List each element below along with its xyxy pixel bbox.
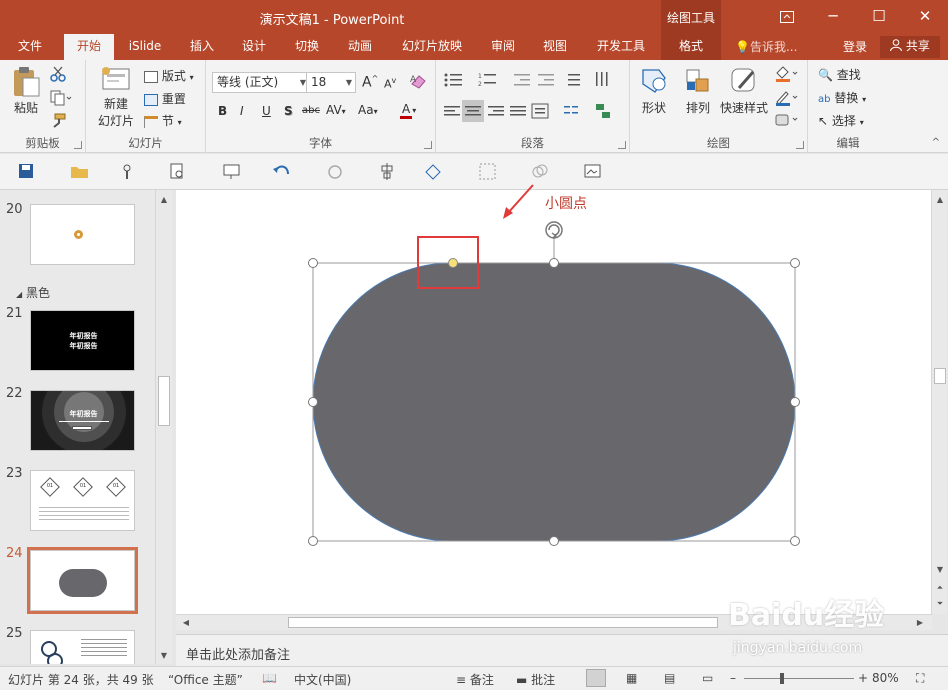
rotate-handle-icon[interactable] (545, 221, 563, 239)
theme-name: “Office 主题” (168, 673, 243, 687)
slideshow-view-icon[interactable]: ▭ (702, 671, 713, 685)
fit-slide-icon[interactable]: ⛶ (916, 671, 924, 686)
comments-toggle[interactable]: ▬ 批注 (516, 671, 555, 688)
scroll-down-icon[interactable]: ▼ (932, 562, 948, 578)
resize-handle-top[interactable] (549, 258, 559, 268)
scroll-right-icon[interactable]: ▶ (912, 615, 928, 631)
status-bar: 幻灯片 第 24 张，共 49 张 “Office 主题” 📖 中文(中国) ≡… (0, 666, 948, 690)
zoom-out-button[interactable]: – (730, 671, 736, 685)
comments-toggle-label: 批注 (531, 673, 556, 687)
slide-scrollbar-thumb[interactable] (934, 368, 946, 384)
zoom-slider-thumb[interactable] (780, 673, 784, 684)
scroll-up-icon[interactable]: ▲ (932, 192, 948, 208)
notes-icon: ≡ (456, 673, 467, 687)
notes-placeholder: 单击此处添加备注 (186, 648, 291, 663)
resize-handle-bottom-right[interactable] (790, 536, 800, 546)
slide-count: 幻灯片 第 24 张，共 49 张 (8, 673, 154, 687)
baidu-watermark: Baidu经验 (728, 598, 885, 633)
reading-view-icon[interactable]: ▤ (664, 671, 675, 685)
resize-handle-left[interactable] (308, 397, 318, 407)
zoom-level[interactable]: 80% (872, 671, 899, 685)
baidu-watermark-url: jingyan.baidu.com (733, 640, 863, 656)
scroll-left-icon[interactable]: ◀ (178, 615, 194, 631)
normal-view-icon[interactable] (586, 669, 606, 687)
horizontal-scrollbar-thumb[interactable] (288, 617, 718, 628)
notes-toggle-label: 备注 (469, 673, 494, 687)
notes-toggle[interactable]: ≡ 备注 (456, 671, 494, 688)
spellcheck-icon[interactable]: 📖 (262, 671, 277, 685)
resize-handle-top-left[interactable] (308, 258, 318, 268)
selected-shape-overlay (308, 184, 800, 546)
resize-handle-bottom[interactable] (549, 536, 559, 546)
slide-vertical-scrollbar[interactable]: ▲ ▼ ⏶ ⏷ (931, 190, 947, 614)
resize-handle-right[interactable] (790, 397, 800, 407)
zoom-in-button[interactable]: + (858, 671, 868, 685)
zoom-slider-track[interactable] (744, 678, 854, 679)
next-slide-icon[interactable]: ⏷ (932, 596, 948, 612)
language[interactable]: 中文(中国) (294, 671, 351, 688)
resize-handle-bottom-left[interactable] (308, 536, 318, 546)
annotation-label: 小圆点 (545, 196, 587, 212)
resize-handle-top-right[interactable] (790, 258, 800, 268)
slide-sorter-icon[interactable]: ▦ (626, 671, 637, 685)
annotation-arrow (507, 184, 534, 214)
comment-icon: ▬ (516, 673, 528, 687)
annotation-highlight-box (417, 236, 479, 289)
previous-slide-icon[interactable]: ⏶ (932, 580, 948, 596)
rounded-rectangle-shape[interactable] (312, 262, 796, 542)
